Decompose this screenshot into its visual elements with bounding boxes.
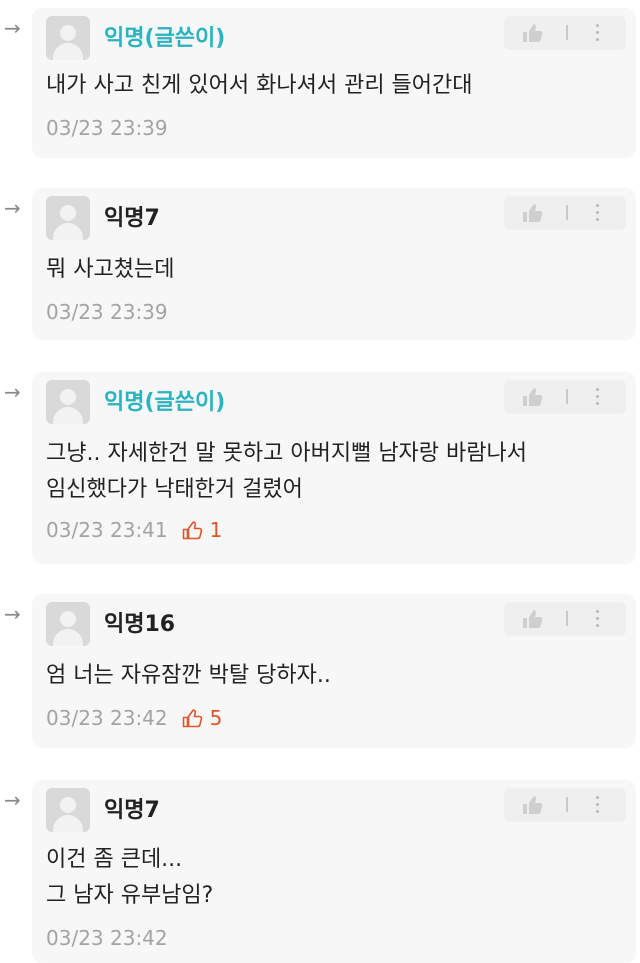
comment-timestamp: 03/23 23:42 (46, 706, 168, 730)
comment-actions (504, 380, 626, 414)
reply-arrow-icon: → (4, 380, 21, 404)
comment-line: 내가 사고 친게 있어서 화나셔서 관리 들어간대 (46, 73, 473, 98)
divider (566, 25, 568, 40)
comment-author[interactable]: 익명(글쓴이) (104, 20, 225, 52)
more-vertical-icon[interactable] (596, 24, 600, 42)
comment-body: 내가 사고 친게 있어서 화나셔서 관리 들어간대 (46, 68, 473, 104)
comment-body: 그냥.. 자세한건 말 못하고 아버지뻘 남자랑 바람나서 임신했다가 낙태한거… (46, 436, 527, 508)
thumbs-up-outline-icon (182, 521, 202, 540)
divider (566, 205, 568, 220)
thumbs-up-icon[interactable] (522, 23, 544, 43)
more-vertical-icon[interactable] (596, 388, 600, 406)
comment-actions (504, 602, 626, 636)
comment-actions (504, 16, 626, 50)
thumbs-up-icon[interactable] (522, 387, 544, 407)
comment-line: 이건 좀 큰데... (46, 847, 183, 872)
comment-body: 뭐 사고쳤는데 (46, 252, 174, 288)
comment-timestamp: 03/23 23:39 (46, 116, 168, 140)
comment-author[interactable]: 익명7 (104, 200, 160, 232)
comment-meta: 03/23 23:42 (46, 926, 168, 950)
comment-author[interactable]: 익명(글쓴이) (104, 384, 225, 416)
comment-timestamp: 03/23 23:39 (46, 300, 168, 324)
more-vertical-icon[interactable] (596, 796, 600, 814)
avatar[interactable] (46, 196, 90, 240)
comment-actions (504, 788, 626, 822)
more-vertical-icon[interactable] (596, 204, 600, 222)
comment-body: 이건 좀 큰데... 그 남자 유부남임? (46, 842, 213, 914)
like-count-value: 5 (209, 706, 223, 730)
comment-line: 뭐 사고쳤는데 (46, 257, 175, 282)
reply-arrow-icon: → (4, 788, 21, 812)
comment-card: 익명16 엄 너는 자유잠깐 박탈 당하자.. 03/23 23:42 5 (32, 594, 636, 748)
comment-line: 그냥.. 자세한건 말 못하고 아버지뻘 남자랑 바람나서 (46, 441, 527, 466)
thumbs-up-icon[interactable] (522, 609, 544, 629)
comment-meta: 03/23 23:39 (46, 300, 168, 324)
like-count[interactable]: 5 (182, 706, 223, 730)
comment-actions (504, 196, 626, 230)
comment-card: 익명7 이건 좀 큰데... 그 남자 유부남임? 03/23 23:42 (32, 780, 636, 963)
comment-meta: 03/23 23:42 5 (46, 706, 222, 730)
comment-timestamp: 03/23 23:41 (46, 518, 168, 542)
reply-arrow-icon: → (4, 196, 21, 220)
divider (566, 389, 568, 404)
comment-meta: 03/23 23:39 (46, 116, 168, 140)
like-count[interactable]: 1 (182, 518, 223, 542)
thumbs-up-icon[interactable] (522, 203, 544, 223)
comment-author[interactable]: 익명7 (104, 792, 160, 824)
like-count-value: 1 (209, 518, 223, 542)
thumbs-up-icon[interactable] (522, 795, 544, 815)
thumbs-up-outline-icon (182, 709, 202, 728)
avatar[interactable] (46, 16, 90, 60)
reply-arrow-icon: → (4, 602, 21, 626)
comment-line: 임신했다가 낙태한거 걸렸어 (46, 477, 303, 502)
comment-line: 그 남자 유부남임? (46, 883, 214, 908)
reply-arrow-icon: → (4, 16, 21, 40)
divider (566, 611, 568, 626)
comment-line: 엄 너는 자유잠깐 박탈 당하자.. (46, 663, 331, 688)
comment-timestamp: 03/23 23:42 (46, 926, 168, 950)
avatar[interactable] (46, 602, 90, 646)
avatar[interactable] (46, 788, 90, 832)
comment-card: 익명(글쓴이) 그냥.. 자세한건 말 못하고 아버지뻘 남자랑 바람나서 임신… (32, 372, 636, 564)
comment-author[interactable]: 익명16 (104, 606, 175, 638)
comment-card: 익명(글쓴이) 내가 사고 친게 있어서 화나셔서 관리 들어간대 03/23 … (32, 8, 636, 158)
divider (566, 797, 568, 812)
comment-meta: 03/23 23:41 1 (46, 518, 222, 542)
more-vertical-icon[interactable] (596, 610, 600, 628)
avatar[interactable] (46, 380, 90, 424)
comment-card: 익명7 뭐 사고쳤는데 03/23 23:39 (32, 188, 636, 340)
comment-body: 엄 너는 자유잠깐 박탈 당하자.. (46, 658, 331, 694)
